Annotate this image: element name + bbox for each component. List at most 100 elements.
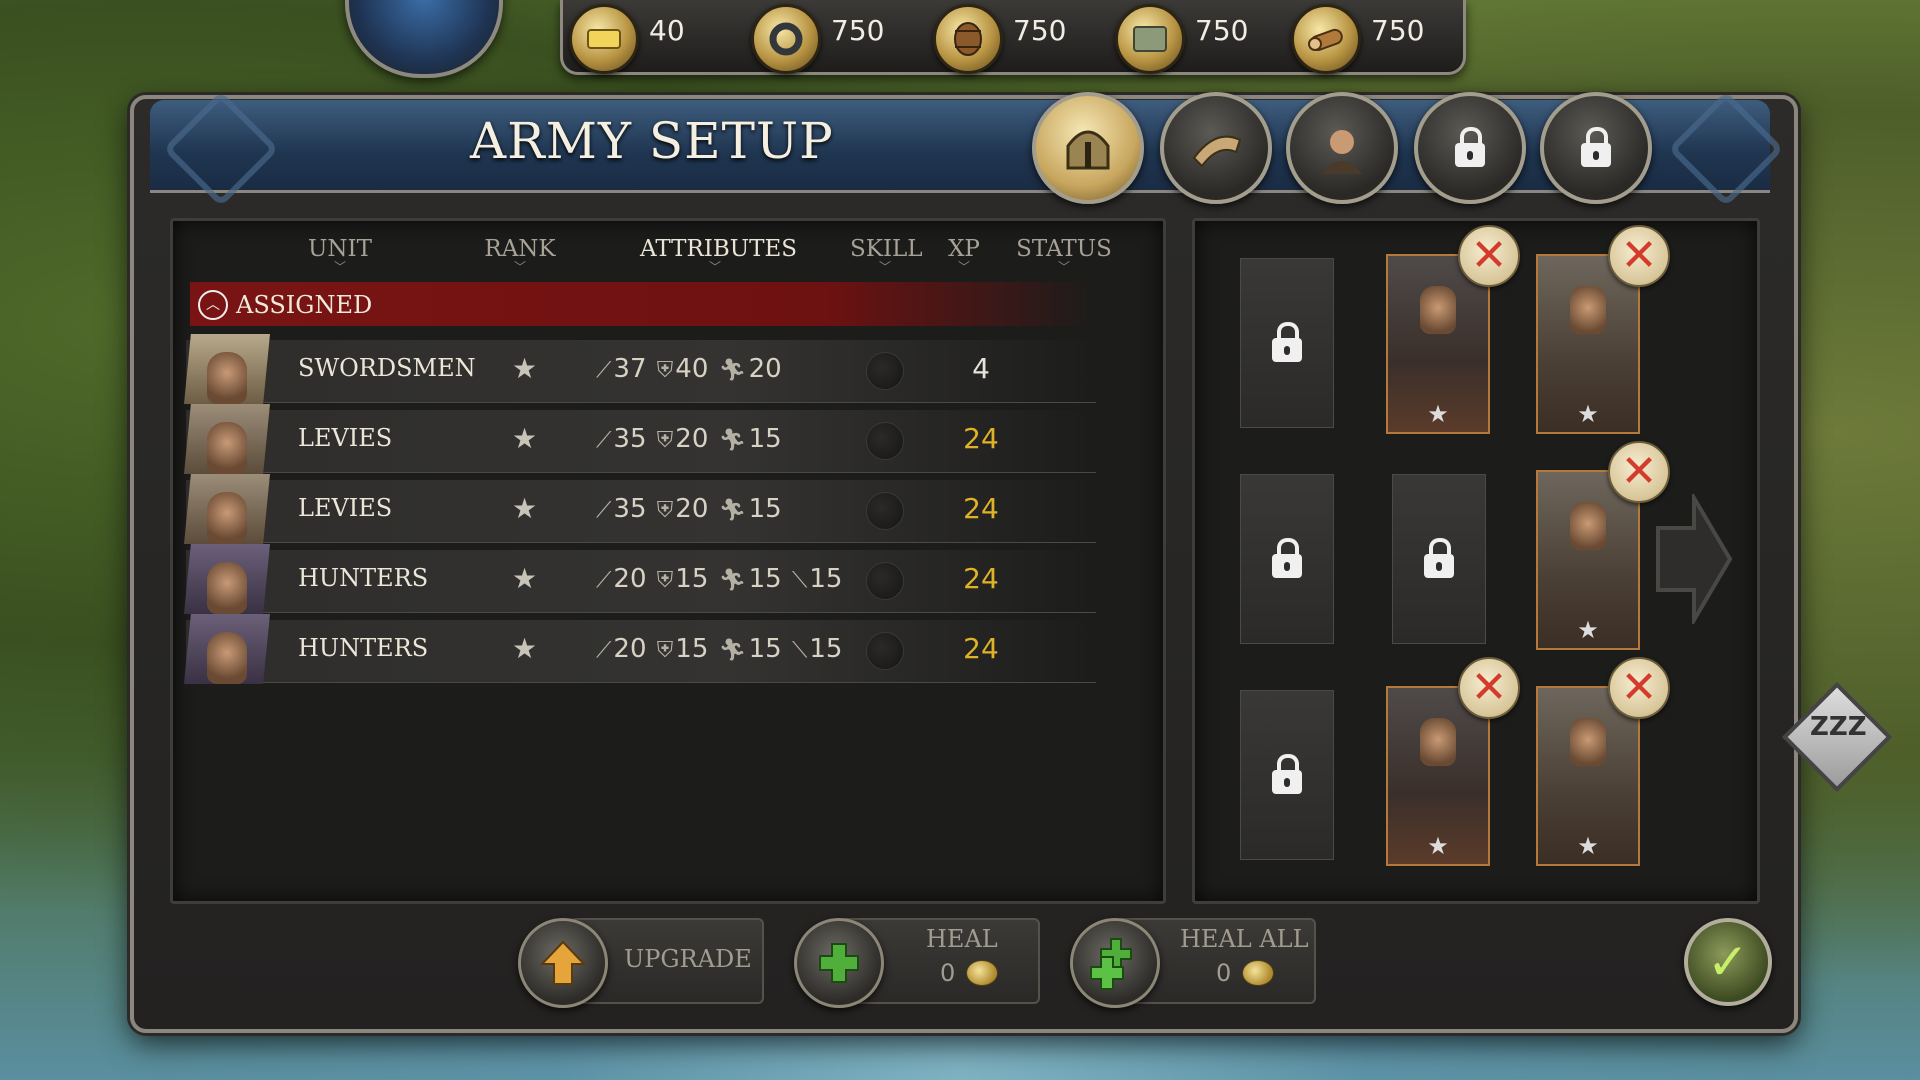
resource-value: 40 [649,14,685,47]
table-row[interactable]: HUNTERS ★ ⟋20 ⛨15 🏃︎15 ⟍15 24 [184,544,1096,614]
double-green-cross-icon [1090,938,1132,990]
unit-name: SWORDSMEN [298,354,476,382]
defense-value: 40 [675,354,709,384]
shield-icon: ⛨ [656,358,674,383]
rank-star-icon: ★ [1427,400,1449,428]
column-label: XP [948,236,980,262]
faction-emblem[interactable] [345,0,503,78]
sword-icon: ⟋ [596,568,612,593]
skill-slot[interactable] [866,492,904,530]
tab-locked-banner[interactable] [1414,92,1526,204]
lock-icon [1424,538,1454,578]
shield-icon: ⛨ [656,428,674,453]
unit-name: HUNTERS [298,634,429,662]
speed-value: 15 [748,494,782,524]
formation-slot-locked [1392,474,1486,644]
unit-name: HUNTERS [298,564,429,592]
skill-slot[interactable] [866,562,904,600]
next-page-arrow-icon[interactable] [1654,494,1734,624]
iron-ring-icon [751,4,821,74]
resource-value: 750 [831,14,885,47]
rank-star-icon: ★ [512,422,538,455]
remove-unit-button[interactable]: ✕ [1608,225,1670,287]
chevron-down-icon: ﹀ [333,260,346,274]
sleep-icon: ZZZ [1810,712,1867,742]
column-label: UNIT [308,236,372,262]
skill-slot[interactable] [866,632,904,670]
tab-hero[interactable] [1286,92,1398,204]
wood-log-icon [1291,4,1361,74]
table-row[interactable]: HUNTERS ★ ⟋20 ⛨15 🏃︎15 ⟍15 24 [184,614,1096,684]
heal-button[interactable] [794,918,884,1008]
skill-slot[interactable] [866,422,904,460]
heal-label: HEAL [926,925,998,953]
rank-star-icon: ★ [1577,832,1599,860]
formation-slot-locked [1240,258,1334,428]
heal-all-button[interactable] [1070,918,1160,1008]
rank-star-icon: ★ [1577,400,1599,428]
shield-icon: ⛨ [656,498,674,523]
column-label: SKILL [850,236,923,262]
running-man-icon: 🏃︎ [718,638,747,663]
tab-locked-scroll[interactable] [1540,92,1652,204]
unit-portrait [184,614,270,684]
column-header-skill[interactable]: SKILL ﹀ [850,236,923,273]
helmet-icon [1066,130,1110,170]
xp-value: 24 [963,492,999,525]
rank-star-icon: ★ [1427,832,1449,860]
chevron-down-icon: ﹀ [1057,260,1070,274]
collapse-icon[interactable]: ︿ [198,290,228,320]
rank-star-icon: ★ [512,492,538,525]
unit-name: LEVIES [298,424,393,452]
unit-portrait [184,544,270,614]
unit-portrait [184,334,270,404]
resource-value: 750 [1371,14,1425,47]
unit-attributes: ⟋35 ⛨20 🏃︎15 [594,494,782,524]
shield-icon: ⛨ [656,568,674,593]
sword-icon: ⟋ [596,358,612,383]
table-row[interactable]: SWORDSMEN ★ ⟋37 ⛨40 🏃︎20 4 [184,334,1096,404]
column-header-xp[interactable]: XP ﹀ [940,236,988,273]
column-header-rank[interactable]: RANK ﹀ [480,236,560,274]
ranged-value: 15 [809,634,843,664]
defense-value: 15 [675,634,709,664]
remove-unit-button[interactable]: ✕ [1608,657,1670,719]
defense-value: 15 [675,564,709,594]
tab-army[interactable] [1032,92,1144,204]
lock-icon [1455,127,1485,167]
formation-slot-locked [1240,690,1334,860]
chevron-down-icon: ﹀ [513,260,526,274]
resource-gold: 40 [569,4,749,74]
table-row[interactable]: LEVIES ★ ⟋35 ⛨20 🏃︎15 24 [184,474,1096,544]
attack-value: 35 [613,424,647,454]
horn-icon [1192,135,1242,168]
upgrade-arrow-icon [539,940,587,985]
gold-coin-icon [966,960,998,986]
rank-star-icon: ★ [512,562,538,595]
skill-slot[interactable] [866,352,904,390]
heal-all-cost: 0 [1216,959,1232,987]
title-bar [150,100,1770,193]
stone-icon [1115,4,1185,74]
upgrade-button[interactable] [518,918,608,1008]
speed-value: 20 [748,354,782,384]
remove-unit-button[interactable]: ✕ [1458,657,1520,719]
attack-value: 37 [613,354,647,384]
unit-attributes: ⟋20 ⛨15 🏃︎15 ⟍15 [594,564,842,594]
assigned-group-label: ASSIGNED [236,291,373,319]
attack-value: 20 [613,634,647,664]
table-row[interactable]: LEVIES ★ ⟋35 ⛨20 🏃︎15 24 [184,404,1096,474]
heal-cost: 0 [940,959,956,987]
tab-horn[interactable] [1160,92,1272,204]
lock-icon [1272,754,1302,794]
confirm-button[interactable]: ✓ [1684,918,1772,1006]
column-header-attributes[interactable]: ATTRIBUTES ﹀ [640,236,797,273]
gold-coin-icon [1242,960,1274,986]
resource-stone: 750 [1115,4,1295,74]
column-label: STATUS [1016,236,1112,262]
upgrade-label: UPGRADE [624,945,752,973]
remove-unit-button[interactable]: ✕ [1458,225,1520,287]
attack-value: 20 [613,564,647,594]
column-header-status[interactable]: STATUS ﹀ [1016,236,1112,274]
column-header-unit[interactable]: UNIT ﹀ [305,236,375,274]
